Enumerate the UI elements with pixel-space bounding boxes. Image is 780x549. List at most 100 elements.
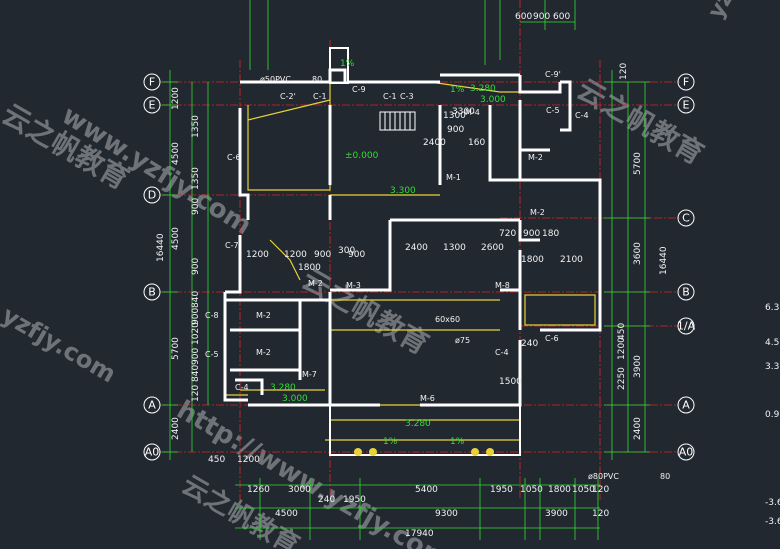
axis-left-b: B: [148, 286, 156, 299]
label-m2-a: M-2: [528, 153, 543, 162]
axis-bubbles-left: F E D B A A0: [143, 73, 161, 461]
axis-bubble-left-f: F: [143, 73, 161, 91]
axis-right-f: F: [683, 76, 689, 89]
axis-right-c: C: [682, 212, 690, 225]
label-c4-left: C-4: [235, 383, 249, 392]
dim-top-2: 900: [533, 12, 550, 22]
dim-bottom-row2-4: 9300: [435, 509, 458, 519]
label-m2-d: M-2: [256, 348, 271, 357]
dim-right-6: 3900: [633, 355, 643, 378]
dim-int-10: 180: [542, 229, 559, 239]
label-m2-c: M-2: [256, 311, 271, 320]
dim-left-inner-2: 1350: [191, 167, 201, 190]
dim-int-3: 2400: [423, 138, 446, 148]
dim-int-4: 160: [468, 138, 485, 148]
dim-right-2: 5700: [633, 152, 643, 175]
pipe-label-2-val: 80: [660, 472, 670, 481]
dim-right-9: 450: [617, 323, 627, 340]
level-3: 3.000: [480, 95, 506, 105]
top-dimension-texts: 600 900 600: [515, 12, 570, 22]
label-c9: C-9: [352, 85, 366, 94]
dim-top-1: 600: [515, 12, 532, 22]
stair: [379, 111, 416, 131]
axis-bubble-right-1a: 1/A: [677, 317, 696, 335]
label-c5-left: C-5: [205, 350, 219, 359]
dim-left-inner-4: 4500: [171, 227, 181, 250]
label-c7: C-7: [225, 241, 239, 250]
label-m3: M-3: [346, 281, 361, 290]
dim-right-7: 2250: [617, 367, 627, 390]
axis-bubble-right-e: E: [677, 96, 695, 114]
dim-bottom-row2-6: 120: [592, 509, 609, 519]
dim-int-20: 300: [338, 246, 355, 256]
right-level-2: 4.50: [765, 338, 780, 348]
axis-right-1a: 1/A: [677, 320, 696, 333]
dim-bottom-8: 120: [592, 485, 609, 495]
balcony: [329, 405, 521, 456]
dim-left-outer-1: 1200: [171, 87, 181, 110]
level-8: 60x60: [435, 315, 460, 324]
label-m8: M-8: [495, 281, 510, 290]
axis-bubble-left-d: D: [143, 186, 161, 204]
pipe-label-2: ø80PVC: [588, 472, 619, 481]
axis-left-a: A: [148, 399, 156, 412]
label-c9p: C-9': [545, 70, 561, 79]
dim-int-29: 3300: [452, 107, 475, 117]
axis-bubble-right-f: F: [677, 73, 695, 91]
level-7: 3.280: [405, 419, 431, 429]
slope-2: 1%: [450, 85, 465, 95]
dim-int-6: 1300: [443, 243, 466, 253]
dim-bottom-left-2: 1200: [237, 455, 260, 465]
slope-3: 1%: [383, 437, 398, 447]
dim-right-5: 2400: [633, 417, 643, 440]
label-m6: M-6: [420, 394, 435, 403]
label-c6-left: C-6: [227, 153, 241, 162]
dim-bottom-row2-3: 1950: [343, 495, 366, 505]
dim-right-3: 3600: [633, 242, 643, 265]
dim-int-2: 900: [447, 125, 464, 135]
watermark-6: yzfjy.com: [0, 301, 121, 389]
axis-bubble-left-a: A: [143, 396, 161, 414]
dim-int-16: 1800: [298, 263, 321, 273]
dim-int-13: 1200: [246, 250, 269, 260]
dim-left-inner-8: 1020: [191, 322, 201, 345]
right-level-4: 0.90: [765, 410, 780, 420]
axis-right-e: E: [683, 99, 690, 112]
axis-left-e: E: [149, 99, 156, 112]
dim-left-outer-5: 2400: [171, 417, 181, 440]
label-m2-e: M-2: [530, 208, 545, 217]
dim-left-inner-3: 900: [191, 198, 201, 215]
label-c1-a: C-1: [313, 92, 327, 101]
axis-left-a0: A0: [145, 446, 160, 459]
axis-bubble-right-b: B: [677, 283, 695, 301]
left-dimension-texts: 1200 4500 16440 5700 2400 1350 1350 900 …: [156, 87, 201, 440]
right-level-texts: 6.30 4.50 3.30 0.90 -3.6 -3.6: [765, 303, 780, 527]
dim-left-inner-11: 120: [191, 385, 201, 402]
dim-int-7: 2600: [481, 243, 504, 253]
level-6: 3.000: [282, 394, 308, 404]
dim-left-inner-10: 840: [191, 365, 201, 382]
axis-bubble-left-b: B: [143, 283, 161, 301]
dim-top-3: 600: [553, 12, 570, 22]
floor-plan: www.yzfjy.com 云之帆教育 http://www.yzfjy.com…: [0, 0, 780, 549]
level-2: 3.280: [470, 84, 496, 94]
dim-int-25: 1500: [499, 377, 522, 387]
label-c4-top: C-4: [575, 111, 589, 120]
axis-bubble-left-a0: A0: [143, 443, 161, 461]
dim-right-4: 16440: [659, 246, 669, 275]
dim-int-18: 1200: [284, 250, 307, 260]
level-5: 3.280: [270, 383, 296, 393]
dim-left-outer-4: 5700: [171, 337, 181, 360]
label-c1-b: C-1: [383, 92, 397, 101]
label-m1: M-1: [446, 173, 461, 182]
axis-left-f: F: [149, 76, 155, 89]
label-c8: C-8: [205, 311, 219, 320]
label-c5-top: C-5: [546, 106, 560, 115]
dim-bottom-row2-1: 4500: [275, 509, 298, 519]
label-c2p: C-2': [280, 92, 296, 101]
axis-bubble-right-c: C: [677, 209, 695, 227]
dim-bottom-left-1: 450: [208, 455, 225, 465]
dim-int-11: 1800: [521, 255, 544, 265]
dim-int-12: 2100: [560, 255, 583, 265]
label-c4-mid: C-4: [495, 348, 509, 357]
